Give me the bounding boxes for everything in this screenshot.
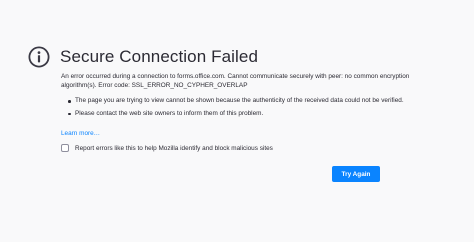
learn-more-link[interactable]: Learn more… bbox=[61, 130, 100, 137]
report-errors-label: Report errors like this to help Mozilla … bbox=[75, 144, 273, 152]
error-description: An error occurred during a connection to… bbox=[61, 73, 410, 89]
report-errors-row: Report errors like this to help Mozilla … bbox=[61, 144, 273, 152]
error-content: An error occurred during a connection to… bbox=[61, 73, 421, 140]
error-points: The page you are trying to view cannot b… bbox=[61, 97, 421, 118]
error-page: Secure Connection Failed An error occurr… bbox=[0, 0, 474, 242]
info-icon bbox=[28, 46, 50, 68]
try-again-button[interactable]: Try Again bbox=[332, 166, 380, 182]
page-title: Secure Connection Failed bbox=[60, 47, 259, 66]
error-header: Secure Connection Failed bbox=[28, 46, 258, 68]
report-errors-checkbox[interactable] bbox=[61, 144, 69, 152]
list-item: The page you are trying to view cannot b… bbox=[68, 97, 421, 106]
list-item: Please contact the web site owners to in… bbox=[68, 110, 421, 119]
